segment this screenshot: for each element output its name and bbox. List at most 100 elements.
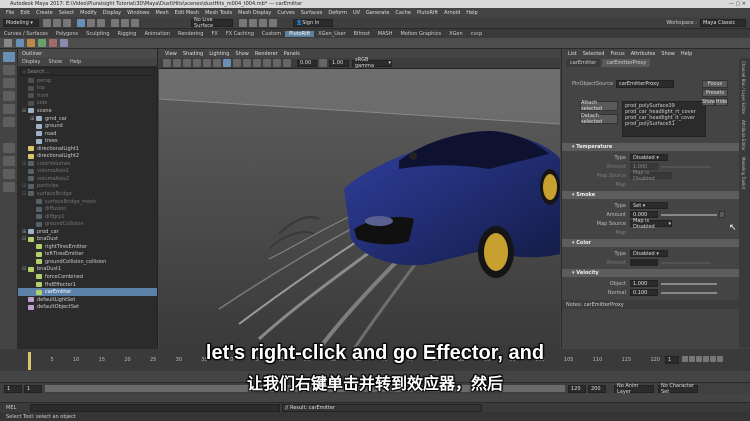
rotate-tool-icon[interactable] — [3, 104, 15, 114]
save-scene-icon[interactable] — [63, 18, 71, 27]
ae-tab[interactable]: carEmitterProxy — [602, 59, 651, 67]
outliner-item[interactable]: volumeAxis1 — [18, 168, 157, 176]
wireframe-icon[interactable] — [213, 59, 221, 67]
shelf-tab[interactable]: FX Caching — [222, 31, 258, 37]
window-controls[interactable]: — ▢ ✕ — [729, 1, 746, 7]
hide-button[interactable]: Hide — [715, 98, 728, 106]
outliner-item[interactable]: forceCombined — [18, 273, 157, 281]
live-surface-field[interactable]: No Live Surface — [191, 17, 233, 29]
camera-icon[interactable] — [163, 59, 171, 67]
menu-item[interactable]: File — [6, 10, 14, 16]
viewport-menu-item[interactable]: View — [165, 51, 177, 57]
shelf-tab[interactable]: MASH — [374, 31, 397, 37]
ae-menu-item[interactable]: Attributes — [631, 51, 656, 57]
outliner-item[interactable]: ⊟ bnaDust — [18, 235, 157, 243]
side-tab[interactable]: Modeling Toolkit — [739, 154, 748, 192]
render-frame-icon[interactable] — [249, 18, 257, 27]
outliner-menu-item[interactable]: Help — [70, 59, 81, 65]
attach-selected-button[interactable]: Attach selected — [580, 100, 618, 112]
viewport-menu-item[interactable]: Lighting — [209, 51, 229, 57]
viewport-3d[interactable] — [159, 69, 560, 349]
viewport-menu-item[interactable]: Renderer — [255, 51, 278, 57]
menu-item[interactable]: Mesh Tools — [205, 10, 232, 16]
smooth-shade-icon[interactable] — [223, 59, 231, 67]
outliner-item[interactable]: rightTiresEmitter — [18, 243, 157, 251]
menu-item[interactable]: Surfaces — [301, 10, 323, 16]
viewport-menu-item[interactable]: Panels — [284, 51, 300, 57]
shelf-tab[interactable]: XGen_User — [314, 31, 349, 37]
menu-item[interactable]: PlutoRift — [417, 10, 438, 16]
snap-curve-icon[interactable] — [121, 18, 129, 27]
outliner-item[interactable]: surfaceBridge_mesh — [18, 198, 157, 206]
shelf-tab[interactable]: Motion Graphics — [396, 31, 445, 37]
select-tool-icon[interactable] — [3, 52, 15, 62]
smoke-map-source[interactable]: Map is Disabled ▾ — [630, 218, 672, 230]
menu-item[interactable]: Cache — [395, 10, 411, 16]
workspace-selector[interactable]: Workspace : Maya Classic — [666, 18, 746, 27]
outliner-item[interactable]: ⊟ scene — [18, 107, 157, 115]
shelf-tool-icon[interactable] — [60, 39, 68, 47]
camera-attr-icon[interactable] — [173, 59, 181, 67]
film-gate-icon[interactable] — [203, 59, 211, 67]
menu-item[interactable]: UV — [353, 10, 360, 16]
lasso-tool-icon[interactable] — [3, 65, 15, 75]
outliner-item[interactable]: defaultLightSet — [18, 296, 157, 304]
ae-menu-item[interactable]: Show — [661, 51, 675, 57]
paint-select-icon[interactable] — [3, 78, 15, 88]
gamma-field[interactable]: 1.00 — [329, 59, 349, 67]
outliner-item[interactable]: persp — [18, 77, 157, 85]
shelf-tab[interactable]: Curves / Surfaces — [0, 31, 52, 37]
shelf-tab[interactable]: cvcp — [467, 31, 487, 37]
color-type-select[interactable]: Disabled ▾ — [630, 250, 668, 257]
outliner-item[interactable]: fhdEffector1 — [18, 281, 157, 289]
menu-item[interactable]: Select — [59, 10, 74, 16]
mel-label[interactable]: MEL — [6, 405, 30, 411]
shelf-tab[interactable]: Rendering — [174, 31, 208, 37]
ipr-render-icon[interactable] — [259, 18, 267, 27]
smoke-amount-slider[interactable] — [661, 213, 717, 216]
temperature-section-header[interactable]: ▾ Temperature — [562, 143, 739, 151]
select-component-icon[interactable] — [97, 18, 105, 27]
shelf-tab[interactable]: PlutoRift — [285, 30, 315, 37]
exposure-field[interactable]: 0.00 — [297, 59, 317, 67]
outliner-search-input[interactable]: ⌕ Search... — [20, 67, 155, 76]
side-tab[interactable]: Attribute Editor — [739, 117, 748, 154]
outliner-item[interactable]: ground — [18, 122, 157, 130]
viewport-menu-item[interactable]: Show — [235, 51, 249, 57]
mode-selector[interactable]: Modeling ▾ — [3, 18, 39, 27]
menu-item[interactable]: Mesh Display — [238, 10, 271, 16]
shelf-tab[interactable]: Polygons — [52, 31, 82, 37]
bookmark-icon[interactable] — [183, 59, 191, 67]
ae-menu-item[interactable]: List — [568, 51, 577, 57]
outliner-menu-item[interactable]: Show — [48, 59, 62, 65]
select-object-icon[interactable] — [87, 18, 95, 27]
isolate-icon[interactable] — [263, 59, 271, 67]
temperature-type-select[interactable]: Disabled ▾ — [630, 154, 668, 161]
layout-four-icon[interactable] — [3, 156, 15, 166]
outliner-item[interactable]: directionalLight1 — [18, 145, 157, 153]
color-space-select[interactable]: sRGB gamma ▾ — [352, 57, 392, 69]
layout-outliner-icon[interactable] — [3, 182, 15, 192]
menu-item[interactable]: Curves — [277, 10, 294, 16]
menu-item[interactable]: Edit — [20, 10, 30, 16]
hud-icon[interactable] — [283, 59, 291, 67]
render-view-icon[interactable] — [239, 18, 247, 27]
menu-item[interactable]: Display — [103, 10, 121, 16]
layout-two-icon[interactable] — [3, 169, 15, 179]
source-list[interactable]: prod_polySurface39 prod_car_headlight_rt_… — [622, 101, 706, 137]
outliner-item[interactable]: road — [18, 130, 157, 138]
outliner-item[interactable]: ⊞ colorVolumes — [18, 160, 157, 168]
outliner-item[interactable]: groundCollision — [18, 220, 157, 228]
menu-item[interactable]: Arnold — [444, 10, 460, 16]
menu-item[interactable]: Help — [466, 10, 477, 16]
layout-single-icon[interactable] — [3, 143, 15, 153]
shelf-gear-icon[interactable] — [4, 39, 12, 47]
outliner-item[interactable]: diffgrp1 — [18, 213, 157, 221]
open-scene-icon[interactable] — [53, 18, 61, 27]
shelf-tab[interactable]: Sculpting — [82, 31, 113, 37]
snap-grid-icon[interactable] — [111, 18, 119, 27]
shelf-tool-icon[interactable] — [38, 39, 46, 47]
menu-item[interactable]: Create — [36, 10, 53, 16]
menu-item[interactable]: Modify — [80, 10, 97, 16]
menu-item[interactable]: Generate — [366, 10, 389, 16]
